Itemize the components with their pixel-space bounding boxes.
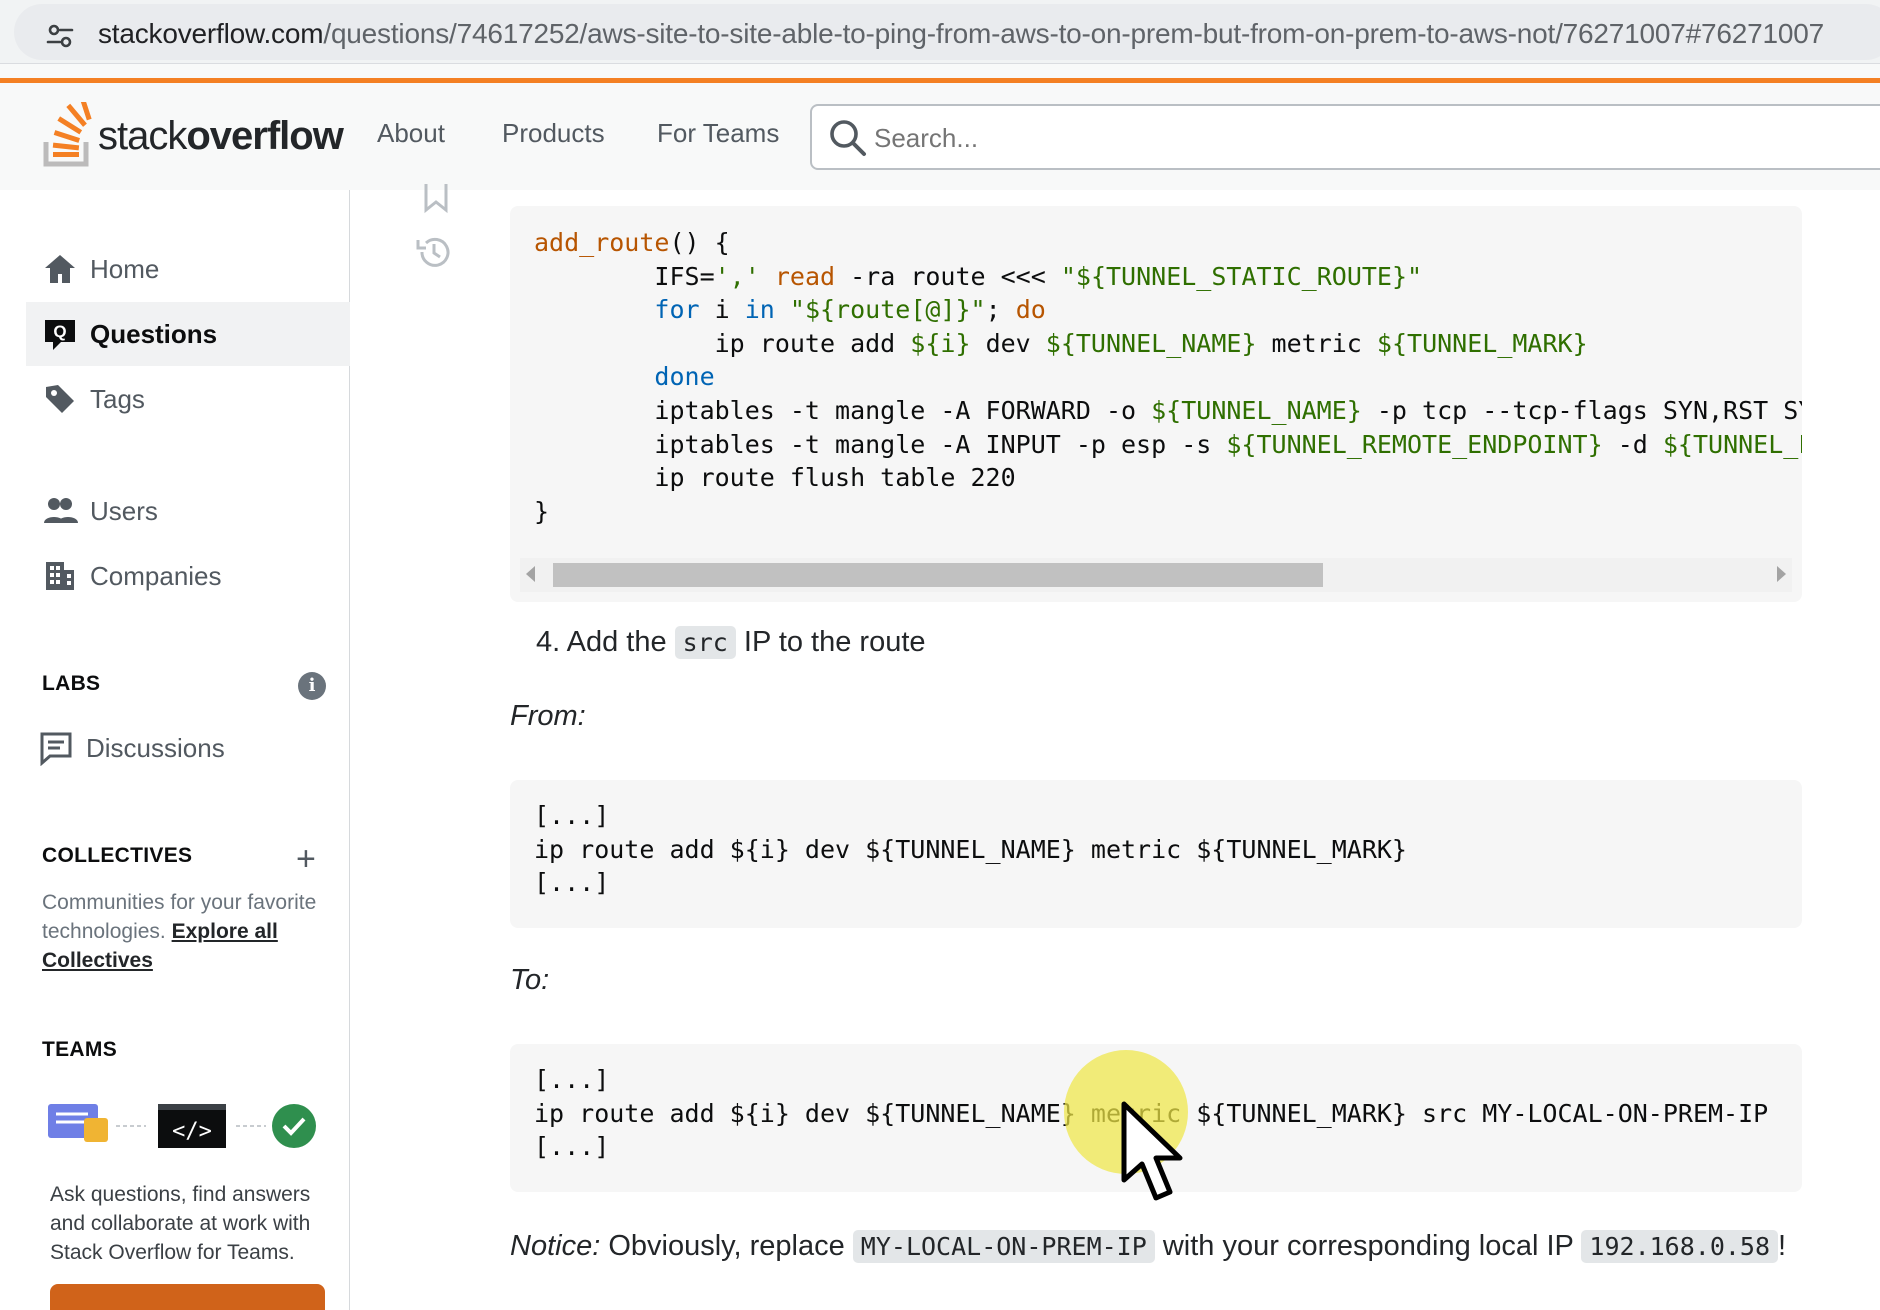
sidebar-item-label: Tags xyxy=(90,383,145,414)
inline-code: src xyxy=(674,626,736,659)
sidebar-item-label: Companies xyxy=(90,560,222,591)
home-icon xyxy=(45,255,75,283)
nav-products[interactable]: Products xyxy=(502,118,605,149)
code-line: ip route add ${i} dev ${TUNNEL_NAME} met… xyxy=(534,328,1588,358)
sidebar-item-users[interactable]: Users xyxy=(26,479,350,543)
to-label: To: xyxy=(510,964,550,996)
code-line: iptables -t mangle -A FORWARD -o ${TUNNE… xyxy=(534,395,1802,425)
horizontal-scrollbar[interactable] xyxy=(520,558,1792,592)
sidebar-item-label: Questions xyxy=(90,318,218,349)
code-line: add_route() { xyxy=(534,228,730,257)
companies-icon xyxy=(46,562,74,590)
scroll-right-icon[interactable] xyxy=(1777,566,1786,582)
address-bar[interactable]: stackoverflow.com/questions/74617252/aws… xyxy=(14,4,1880,60)
svg-text:</>: </> xyxy=(172,1119,212,1144)
browser-url-bar: stackoverflow.com/questions/74617252/aws… xyxy=(0,0,1880,64)
scrollbar-thumb[interactable] xyxy=(553,563,1323,587)
collectives-description: Communities for your favorite technologi… xyxy=(42,891,317,972)
bookmark-icon[interactable] xyxy=(422,184,450,214)
sidebar-item-discussions[interactable]: Discussions xyxy=(26,716,350,780)
users-icon xyxy=(44,498,78,523)
step-4-text: 4. Add the src IP to the route xyxy=(536,626,926,659)
history-icon[interactable] xyxy=(414,232,454,272)
code-line: ip route flush table 220 xyxy=(534,463,1016,493)
sidebar-item-home[interactable]: Home xyxy=(26,237,350,301)
teams-heading: TEAMS xyxy=(42,1038,117,1061)
code-line: done xyxy=(654,362,715,392)
code-line: IFS=',' read -ra route <<< "${TUNNEL_STA… xyxy=(534,261,1423,291)
from-label: From: xyxy=(510,700,586,732)
info-icon[interactable]: i xyxy=(298,672,326,700)
answer-body: add_route() { IFS=',' read -ra route <<<… xyxy=(510,190,1880,1310)
logo-wordmark[interactable]: stackoverflow xyxy=(98,114,344,159)
code-line: } xyxy=(534,496,550,526)
code-line: ip route add ${i} dev ${TUNNEL_NAME} met… xyxy=(534,834,1407,864)
add-collective-icon[interactable]: + xyxy=(296,842,316,876)
sidebar-item-label: Users xyxy=(90,495,158,526)
code-line: [...] xyxy=(534,868,610,898)
code-block-add-route: add_route() { IFS=',' read -ra route <<<… xyxy=(510,206,1802,602)
sidebar-item-companies[interactable]: Companies xyxy=(26,544,350,608)
code-line: [...] xyxy=(534,801,610,830)
collectives-heading: COLLECTIVES xyxy=(42,844,193,867)
explore-teams-button[interactable] xyxy=(50,1284,325,1310)
search-icon xyxy=(830,120,866,156)
discussions-icon xyxy=(40,732,72,766)
inline-code: 192.168.0.58 xyxy=(1581,1230,1779,1263)
mouse-pointer-icon xyxy=(1121,1101,1183,1201)
site-settings-icon[interactable] xyxy=(44,20,76,52)
inline-code: MY-LOCAL-ON-PREM-IP xyxy=(852,1230,1155,1263)
questions-icon: Q xyxy=(45,320,75,350)
notice-text: Notice: Obviously, replace MY-LOCAL-ON-P… xyxy=(510,1230,1787,1263)
teams-description: Ask questions, find answers and collabor… xyxy=(50,1183,311,1264)
code-line: iptables -t mangle -A INPUT -p esp -s ${… xyxy=(534,429,1802,459)
url-text[interactable]: stackoverflow.com/questions/74617252/aws… xyxy=(98,18,1824,50)
post-actions xyxy=(410,180,460,280)
tag-icon xyxy=(46,385,74,413)
sidebar-item-label: Home xyxy=(90,253,160,284)
left-sidebar: Home Q Questions Tags Users Companies LA… xyxy=(0,190,350,1310)
search-input[interactable] xyxy=(874,116,1774,160)
nav-about[interactable]: About xyxy=(377,118,445,149)
scroll-left-icon[interactable] xyxy=(526,566,535,582)
sidebar-item-questions[interactable]: Q Questions xyxy=(26,302,350,366)
svg-text:Q: Q xyxy=(53,322,66,341)
teams-illustration-icon: </> xyxy=(48,1104,316,1148)
search-box[interactable] xyxy=(810,104,1880,170)
labs-heading: LABS xyxy=(42,672,101,695)
stackoverflow-logo-icon[interactable] xyxy=(40,102,100,172)
sidebar-item-label: Discussions xyxy=(86,732,225,763)
sidebar-item-tags[interactable]: Tags xyxy=(26,367,350,431)
nav-for-teams[interactable]: For Teams xyxy=(657,118,779,149)
code-lines: add_route() { IFS=',' read -ra route <<<… xyxy=(534,226,1802,528)
code-line: for i in "${route[@]}"; do xyxy=(654,295,1046,325)
site-header: stackoverflow About Products For Teams xyxy=(0,64,1880,190)
code-block-from: [...] ip route add ${i} dev ${TUNNEL_NAME… xyxy=(510,780,1802,928)
